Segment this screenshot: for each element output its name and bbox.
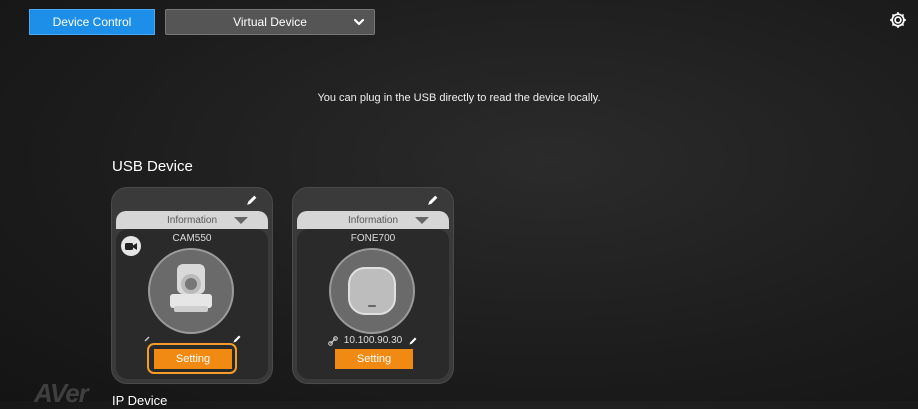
virtual-device-select[interactable]: Virtual Device	[165, 9, 375, 35]
information-label: Information	[166, 214, 218, 226]
device-ip-row: 10.100.90.30	[293, 335, 453, 346]
setting-button[interactable]: Setting	[335, 349, 413, 369]
device-name: FONE700	[350, 233, 396, 244]
ptz-camera-image	[148, 248, 234, 334]
gear-icon[interactable]	[888, 10, 908, 30]
edit-pencil-icon[interactable]	[232, 334, 242, 344]
aver-logo: AVer	[34, 378, 89, 408]
information-dropdown[interactable]: Information	[116, 211, 268, 229]
edit-pencil-icon[interactable]	[245, 194, 258, 207]
device-name: CAM550	[172, 233, 212, 244]
edit-pencil-icon[interactable]	[408, 336, 418, 346]
top-bar: Device Control Virtual Device	[0, 0, 918, 40]
device-ip-address: 10.100.90.30	[343, 335, 403, 346]
triangle-down-icon	[415, 217, 429, 224]
information-label: Information	[347, 214, 399, 226]
speakerphone-image	[329, 248, 415, 334]
device-card-cam550: Information CAM550 Setting	[111, 187, 273, 384]
triangle-down-icon	[234, 217, 248, 224]
link-icon	[327, 335, 338, 346]
chevron-down-icon	[353, 18, 365, 26]
setting-button[interactable]: Setting	[154, 349, 232, 369]
information-dropdown[interactable]: Information	[297, 211, 449, 229]
usb-device-section-title: USB Device	[112, 158, 193, 175]
edit-pencil-icon[interactable]	[426, 194, 439, 207]
device-card-fone700: Information FONE700 10.100.90.30 Setting	[292, 187, 454, 384]
device-control-button[interactable]: Device Control	[29, 9, 155, 35]
virtual-device-label: Virtual Device	[233, 15, 307, 29]
usb-hint-text: You can plug in the USB directly to read…	[317, 92, 601, 104]
